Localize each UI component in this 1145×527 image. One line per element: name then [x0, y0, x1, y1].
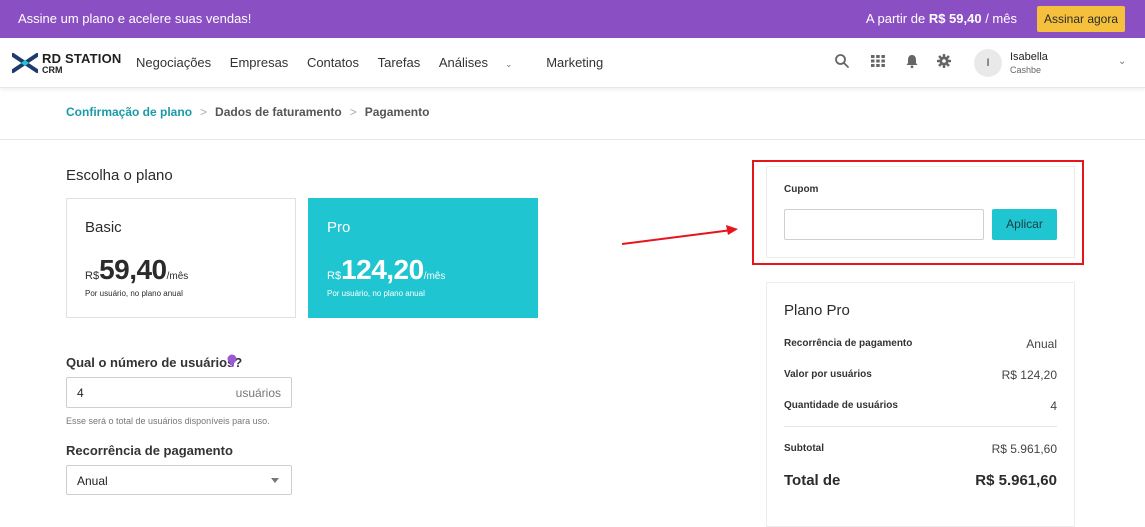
recurrence-selected-value: Anual: [77, 474, 108, 488]
plan-amount: 59,40: [99, 254, 167, 285]
summary-row-label: Quantidade de usuários: [784, 400, 898, 411]
summary-row-label: Recorrência de pagamento: [784, 338, 913, 349]
breadcrumb-separator-icon: >: [349, 105, 357, 119]
plan-period: /mês: [423, 271, 446, 282]
user-name[interactable]: Isabella: [1010, 51, 1048, 63]
nav-item-analises[interactable]: Análises ⌄: [439, 55, 528, 70]
promo-banner: Assine um plano e acelere suas vendas! A…: [0, 0, 1145, 38]
main-menu: Negociações Empresas Contatos Tarefas An…: [136, 55, 618, 70]
plan-card-pro[interactable]: Pro R$124,20/mês Por usuário, no plano a…: [308, 198, 538, 318]
users-quantity-value: 4: [77, 386, 84, 400]
header-divider: [0, 139, 1145, 140]
bell-icon[interactable]: [904, 53, 920, 69]
breadcrumb-billing-data[interactable]: Dados de faturamento: [215, 105, 342, 119]
nav-item-negociacoes[interactable]: Negociações: [136, 55, 211, 70]
annotation-arrow-icon: [621, 225, 738, 245]
plan-note: Por usuário, no plano anual: [327, 289, 425, 298]
choose-plan-heading: Escolha o plano: [66, 167, 173, 184]
dropdown-arrow-icon: [271, 478, 279, 483]
subtotal-value: R$ 5.961,60: [991, 442, 1057, 456]
rd-station-logo[interactable]: RD STATION CRM: [12, 51, 122, 77]
plan-currency: R$: [327, 270, 342, 282]
top-navbar: RD STATION CRM Negociações Empresas Cont…: [0, 38, 1145, 88]
brand-sub: CRM: [42, 65, 63, 75]
users-help-text: Esse será o total de usuários disponívei…: [66, 416, 270, 426]
brand-name: RD STATION: [42, 51, 122, 66]
summary-row-value: Anual: [1026, 337, 1057, 351]
summary-row-value: R$ 124,20: [1001, 368, 1057, 382]
promo-price-suffix: / mês: [985, 11, 1017, 26]
annotation-highlight-box: [752, 160, 1084, 265]
users-quantity-input[interactable]: 4 usuários: [66, 377, 292, 408]
plan-price: R$59,40/mês: [85, 254, 188, 286]
nav-item-marketing[interactable]: Marketing: [546, 55, 603, 70]
promo-price: A partir de R$ 59,40 / mês: [866, 11, 1017, 26]
plan-card-basic[interactable]: Basic R$59,40/mês Por usuário, no plano …: [66, 198, 296, 318]
lightbulb-icon[interactable]: [226, 354, 238, 368]
promo-price-prefix: A partir de: [865, 11, 926, 26]
rd-logo-mark-icon: [12, 53, 38, 73]
recurrence-heading: Recorrência de pagamento: [66, 443, 233, 458]
subtotal-label: Subtotal: [784, 443, 824, 454]
summary-row-label: Valor por usuários: [784, 369, 872, 380]
recurrence-select[interactable]: Anual: [66, 465, 292, 495]
plan-name: Pro: [327, 219, 351, 236]
plan-name: Basic: [85, 219, 122, 236]
user-menu-chevron-down-icon[interactable]: ⌄: [1118, 56, 1126, 67]
nav-item-tarefas[interactable]: Tarefas: [378, 55, 421, 70]
gear-icon[interactable]: [936, 53, 952, 69]
search-icon[interactable]: [834, 53, 850, 69]
apps-grid-icon[interactable]: [870, 53, 886, 69]
summary-divider: [784, 426, 1057, 427]
total-value: R$ 5.961,60: [975, 472, 1057, 489]
nav-item-empresas[interactable]: Empresas: [230, 55, 289, 70]
promo-price-value: R$ 59,40: [928, 11, 982, 26]
plan-period: /mês: [166, 271, 189, 282]
plan-currency: R$: [85, 270, 100, 282]
total-label: Total de: [784, 472, 841, 489]
breadcrumb: Confirmação de plano > Dados de faturament…: [66, 105, 429, 119]
summary-title: Plano Pro: [784, 302, 850, 319]
chevron-down-icon: ⌄: [505, 59, 513, 69]
plan-note: Por usuário, no plano anual: [85, 289, 183, 298]
nav-item-contatos[interactable]: Contatos: [307, 55, 359, 70]
user-company: Cashbe: [1010, 65, 1042, 75]
users-quantity-suffix: usuários: [235, 386, 281, 400]
promo-message: Assine um plano e acelere suas vendas!: [18, 11, 252, 26]
breadcrumb-separator-icon: >: [200, 105, 208, 119]
breadcrumb-plan-confirmation[interactable]: Confirmação de plano: [66, 105, 192, 119]
plan-price: R$124,20/mês: [327, 254, 445, 286]
user-avatar[interactable]: I: [974, 49, 1002, 77]
summary-row-value: 4: [1050, 399, 1057, 413]
users-heading: Qual o número de usuários?: [66, 355, 243, 370]
plan-amount: 124,20: [341, 254, 424, 285]
breadcrumb-payment[interactable]: Pagamento: [365, 105, 430, 119]
nav-item-analises-label: Análises: [438, 55, 489, 70]
subscribe-now-button[interactable]: Assinar agora: [1037, 6, 1125, 32]
